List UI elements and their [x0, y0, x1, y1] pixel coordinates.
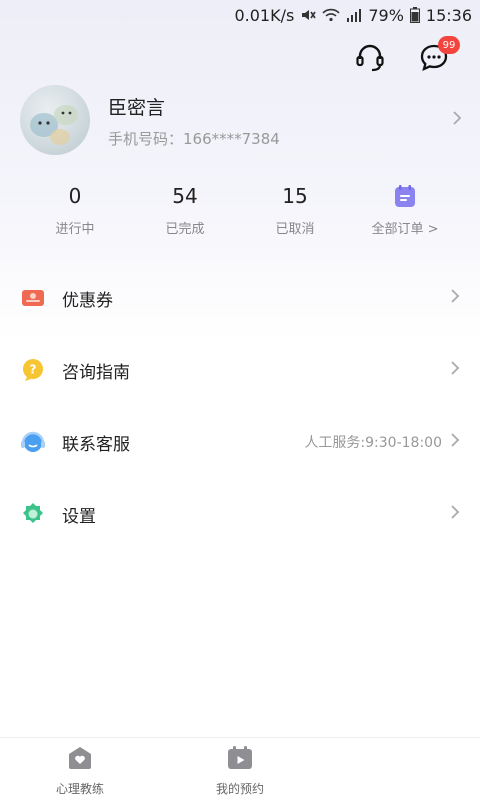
username: 臣密言	[108, 97, 166, 119]
phone-number: 手机号码：166****7384	[108, 130, 280, 148]
nav-label: 心理教练	[55, 782, 104, 796]
menu-label: 联系客服	[62, 434, 130, 455]
chevron-right-icon	[450, 360, 460, 380]
stat-cancelled[interactable]: 15 已取消	[240, 182, 350, 237]
menu-label: 咨询指南	[62, 362, 130, 383]
headset-icon	[356, 44, 384, 72]
stat-completed[interactable]: 54 已完成	[130, 182, 240, 237]
stat-label: 已完成	[165, 222, 205, 237]
calendar-play-icon	[228, 746, 252, 769]
nav-item-coach[interactable]: 心理教练	[0, 738, 160, 800]
chevron-right-icon	[452, 110, 462, 131]
wifi-icon	[322, 8, 340, 22]
all-orders-button[interactable]: 全部订单 >	[350, 182, 460, 237]
nav-item-appointments[interactable]: 我的预约	[160, 738, 320, 800]
avatar[interactable]	[20, 85, 90, 155]
status-bar: 0.01K/s 79% 15:36	[0, 0, 480, 30]
battery-icon	[409, 7, 420, 23]
coupon-icon	[20, 285, 46, 311]
menu-item-settings[interactable]: 设置	[0, 478, 480, 550]
guide-icon: ?	[20, 357, 46, 383]
signal-icon	[346, 8, 362, 22]
settings-icon	[20, 501, 46, 527]
menu-item-guide[interactable]: ? 咨询指南	[0, 334, 480, 406]
battery-percent: 79%	[368, 5, 404, 25]
header-actions: 99	[324, 36, 460, 76]
all-orders-label: 全部订单 >	[371, 222, 439, 237]
avatar-image	[30, 105, 78, 145]
customer-service-icon	[20, 429, 46, 455]
menu-label: 设置	[62, 506, 96, 527]
stat-label: 进行中	[55, 222, 95, 237]
order-stats: 0 进行中 54 已完成 15 已取消 全部订单 >	[20, 182, 460, 237]
svg-text:?: ?	[30, 363, 37, 377]
menu-label: 优惠券	[62, 290, 113, 311]
menu-item-customer-service[interactable]: 联系客服 人工服务:9:30-18:00	[0, 406, 480, 478]
message-count-badge: 99	[438, 36, 460, 54]
profile-card[interactable]: 臣密言 手机号码：166****7384	[20, 85, 462, 155]
stat-value: 15	[282, 184, 308, 208]
clock: 15:36	[425, 5, 472, 25]
chevron-right-icon	[450, 504, 460, 524]
nav-label: 我的预约	[215, 782, 264, 796]
stat-in-progress[interactable]: 0 进行中	[20, 182, 130, 237]
network-speed: 0.01K/s	[234, 5, 295, 25]
stat-value: 0	[68, 184, 82, 208]
menu-list: 优惠券 ? 咨询指南 联系客服 人工服务:9:30-18:00 设置	[0, 262, 480, 550]
chevron-right-icon	[450, 432, 460, 452]
headset-button[interactable]	[352, 40, 388, 76]
service-hours: 人工服务:9:30-18:00	[304, 435, 442, 451]
stat-value: 54	[172, 184, 198, 208]
stat-label: 已取消	[275, 222, 315, 237]
mute-icon	[300, 7, 316, 23]
menu-item-coupon[interactable]: 优惠券	[0, 262, 480, 334]
bottom-nav: 心理教练 我的预约	[0, 737, 480, 800]
orders-icon	[395, 185, 415, 207]
chevron-right-icon	[450, 288, 460, 308]
heart-house-icon	[69, 747, 91, 769]
message-button[interactable]: 99	[416, 36, 460, 76]
